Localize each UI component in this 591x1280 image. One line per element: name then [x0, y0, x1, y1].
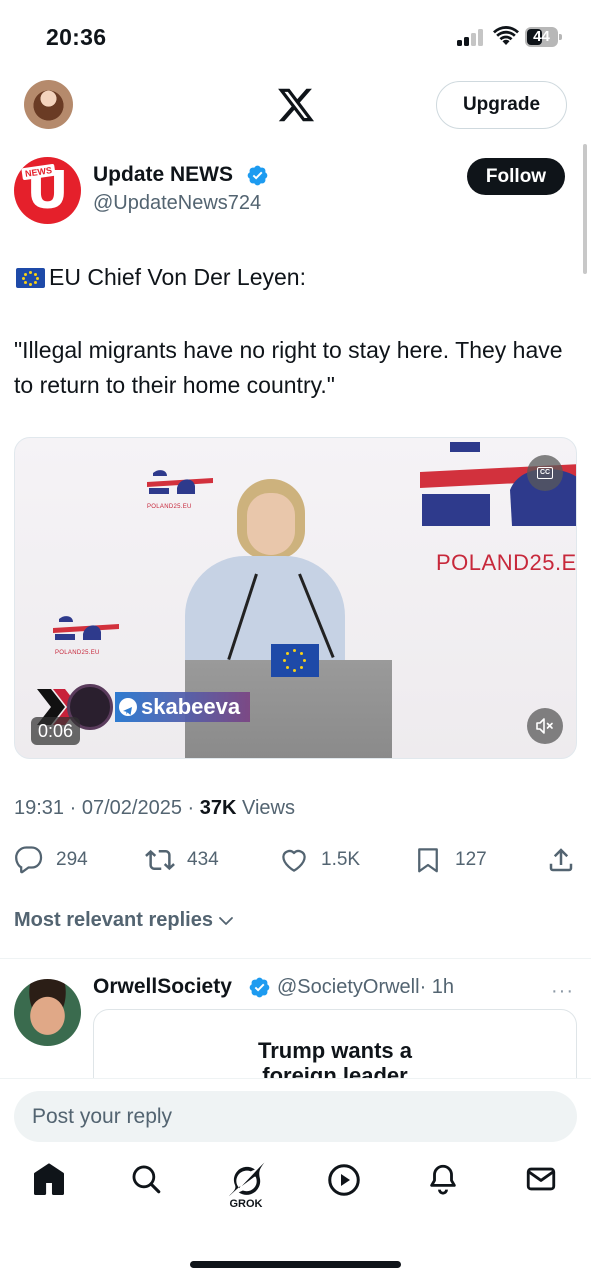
- grok-icon: [228, 1162, 265, 1197]
- watermark-label: skabeeva: [115, 692, 251, 722]
- search-icon: [132, 1165, 161, 1194]
- event-logo-small-label: POLAND25.EU: [147, 504, 192, 510]
- speaker-face: [247, 493, 295, 555]
- reply-icon: [15, 846, 43, 874]
- tweet-date: 07/02/2025: [81, 797, 182, 819]
- like-icon: [282, 849, 306, 872]
- event-backdrop-text: POLAND25.EU: [436, 550, 577, 575]
- share-icon: [549, 848, 573, 872]
- reply-count: 294: [56, 849, 88, 870]
- tweet-text-quote: "Illegal migrants have no right to stay …: [14, 337, 563, 398]
- tweet-meta: 19:31 · 07/02/2025 · 37K Views: [14, 797, 295, 819]
- x-logo-icon[interactable]: [276, 85, 316, 125]
- reply-action[interactable]: 294: [14, 838, 88, 882]
- nav-search[interactable]: [121, 1162, 171, 1218]
- tweet-text-line: EU Chief Von Der Leyen:: [16, 264, 306, 291]
- nav-home[interactable]: [24, 1162, 74, 1218]
- reply-card-line: Trump wants a: [257, 1038, 413, 1063]
- video-player[interactable]: POLAND25.EU POLAND25.EU POLAND25.EU skab…: [14, 437, 577, 759]
- verified-icon: [247, 165, 268, 186]
- reply-handle-text: @SocietyOrwell: [277, 976, 420, 998]
- tweet-views-label: Views: [242, 797, 295, 819]
- nav-notifications[interactable]: [418, 1162, 468, 1218]
- home-icon: [34, 1163, 64, 1195]
- captions-button[interactable]: CC: [527, 455, 563, 491]
- event-logo-small: [147, 470, 213, 494]
- tweet-time: 19:31: [14, 797, 65, 819]
- account-avatar[interactable]: [24, 80, 73, 129]
- event-logo-small-label: POLAND25.EU: [55, 650, 100, 656]
- bell-icon: [430, 1164, 456, 1195]
- more-options-icon[interactable]: ···: [551, 980, 574, 1003]
- reply-author-name[interactable]: OrwellSociety: [93, 975, 232, 999]
- verified-icon: [249, 977, 270, 998]
- repost-count: 434: [187, 849, 219, 870]
- battery-level: 44: [533, 28, 550, 45]
- telegram-icon: [119, 698, 137, 716]
- tweet-actions: 294 434 1.5K 127: [0, 838, 591, 882]
- battery-icon: 44: [525, 27, 563, 47]
- like-count: 1.5K: [321, 849, 361, 870]
- repost-action[interactable]: 434: [145, 838, 219, 882]
- nav-grok[interactable]: GROK: [221, 1162, 271, 1218]
- event-logo-small: [53, 616, 119, 640]
- signal-icon: [457, 29, 487, 46]
- tweet-text-heading: EU Chief Von Der Leyen:: [49, 264, 306, 290]
- divider: [0, 958, 591, 959]
- video-duration: 0:06: [31, 717, 81, 745]
- replies-sort-selector[interactable]: Most relevant replies: [14, 909, 236, 932]
- eu-flag-icon: [271, 644, 319, 677]
- repost-icon: [145, 849, 175, 871]
- reply-author-handle[interactable]: @SocietyOrwell· 1h: [277, 976, 454, 999]
- mute-icon: [536, 718, 553, 734]
- watermark-text: skabeeva: [141, 694, 241, 719]
- bookmark-action[interactable]: 127: [413, 838, 487, 882]
- author-handle[interactable]: @UpdateNews724: [93, 192, 261, 215]
- chevron-down-icon: [219, 916, 233, 925]
- home-indicator[interactable]: [190, 1261, 401, 1268]
- reply-author-avatar[interactable]: [14, 979, 81, 1046]
- reply-age: · 1h: [419, 976, 455, 998]
- scrollbar[interactable]: [583, 144, 587, 274]
- like-action[interactable]: 1.5K: [279, 838, 360, 882]
- nav-grok-label: GROK: [229, 1198, 263, 1210]
- wifi-icon: [493, 26, 519, 45]
- mute-button[interactable]: [527, 708, 563, 744]
- nav-messages[interactable]: [516, 1162, 566, 1218]
- status-time: 20:36: [46, 24, 107, 50]
- eu-flag-icon: [16, 267, 45, 288]
- cc-icon: CC: [537, 467, 553, 479]
- status-bar: 20:36 44: [0, 0, 591, 72]
- bottom-nav: GROK: [0, 1162, 591, 1222]
- bookmark-count: 127: [455, 849, 487, 870]
- author-avatar[interactable]: U NEWS: [14, 157, 81, 224]
- reply-input[interactable]: Post your reply: [14, 1091, 577, 1142]
- video-icon: [328, 1164, 360, 1196]
- share-action[interactable]: [546, 838, 576, 882]
- bookmark-icon: [418, 848, 438, 873]
- tweet-views-count: 37K: [199, 797, 237, 819]
- replies-sort-label: Most relevant replies: [14, 909, 213, 931]
- follow-button[interactable]: Follow: [467, 158, 565, 195]
- mail-icon: [526, 1167, 556, 1191]
- upgrade-button[interactable]: Upgrade: [436, 81, 567, 129]
- author-name[interactable]: Update NEWS: [93, 163, 233, 187]
- nav-video[interactable]: [319, 1162, 369, 1218]
